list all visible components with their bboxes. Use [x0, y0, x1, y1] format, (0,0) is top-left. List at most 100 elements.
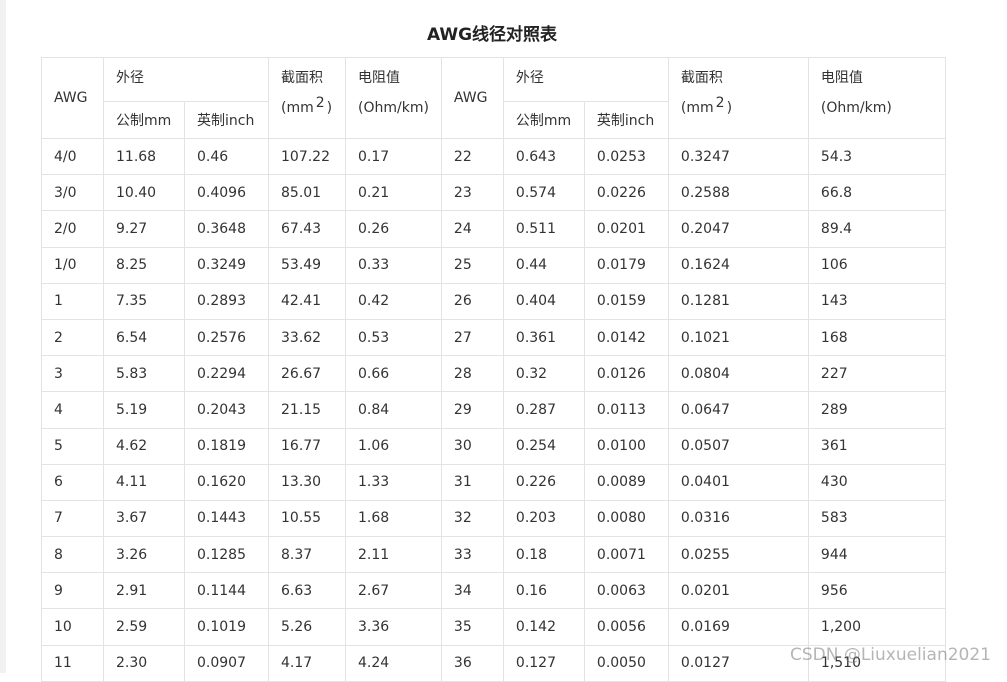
header-area-unit-post: ) [326, 100, 333, 116]
cell-left-metric-mm: 7.35 [103, 282, 185, 320]
cell-left-resistance: 0.66 [345, 355, 442, 393]
cell-left-area: 5.26 [268, 608, 346, 646]
header-resistance-right: 电阻值 (Ohm/km) [807, 57, 946, 139]
cell-right-awg: 35 [440, 608, 504, 646]
cell-left-area: 8.37 [268, 536, 346, 574]
header-area-unit-sup: 2 [715, 95, 725, 111]
cell-left-resistance: 0.33 [345, 246, 442, 284]
table-row: 1/0 8.25 0.3249 53.49 0.33 25 0.44 0.0179 0.1624… [41, 246, 946, 284]
cell-left-metric-mm: 4.11 [103, 463, 185, 501]
cell-left-resistance: 3.36 [345, 608, 442, 646]
cell-left-resistance: 1.68 [345, 499, 442, 538]
table-body: 4/0 11.68 0.46 107.22 0.17 22 0.643 0.0253 0.324… [41, 137, 946, 682]
cell-right-imperial-inch: 0.0126 [583, 355, 669, 393]
cell-left-resistance: 0.53 [345, 318, 442, 357]
cell-right-area: 0.2047 [667, 210, 809, 248]
cell-right-area: 0.0401 [667, 463, 809, 501]
header-imperial-left: 英制inch [184, 101, 269, 139]
cell-right-imperial-inch: 0.0226 [583, 174, 669, 212]
cell-right-imperial-inch: 0.0142 [583, 318, 669, 357]
cell-left-area: 85.01 [268, 174, 346, 212]
cell-right-awg: 27 [440, 318, 504, 357]
cell-right-metric-mm: 0.287 [502, 391, 585, 429]
cell-left-imperial-inch: 0.3648 [184, 210, 269, 248]
header-metric-left: 公制mm [103, 101, 185, 139]
cell-right-metric-mm: 0.44 [502, 246, 585, 284]
cell-left-imperial-inch: 0.2576 [184, 318, 269, 357]
cell-right-imperial-inch: 0.0179 [583, 246, 669, 284]
cell-right-imperial-inch: 0.0063 [583, 572, 669, 610]
cell-left-imperial-inch: 0.46 [184, 137, 269, 176]
cell-left-awg: 2 [41, 318, 104, 357]
page-left-border [0, 0, 6, 673]
cell-right-awg: 33 [440, 536, 504, 574]
cell-right-metric-mm: 0.226 [502, 463, 585, 501]
cell-right-metric-mm: 0.18 [502, 536, 585, 574]
cell-left-imperial-inch: 0.4096 [184, 174, 269, 212]
header-area-left: 截面积 (mm 2) [268, 57, 346, 139]
cell-right-awg: 36 [440, 644, 504, 682]
cell-left-metric-mm: 5.19 [103, 391, 185, 429]
cell-right-resistance: 583 [807, 499, 946, 538]
cell-left-metric-mm: 6.54 [103, 318, 185, 357]
cell-right-awg: 25 [440, 246, 504, 284]
cell-right-resistance: 289 [807, 391, 946, 429]
cell-left-metric-mm: 5.83 [103, 355, 185, 393]
table-row: 5 4.62 0.1819 16.77 1.06 30 0.254 0.0100 0.0507 3… [41, 427, 946, 465]
cell-right-resistance: 143 [807, 282, 946, 320]
cell-right-resistance: 944 [807, 536, 946, 574]
header-area-unit-post: ) [726, 100, 733, 116]
cell-left-resistance: 0.17 [345, 137, 442, 176]
cell-right-resistance: 106 [807, 246, 946, 284]
cell-left-area: 42.41 [268, 282, 346, 320]
cell-right-metric-mm: 0.32 [502, 355, 585, 393]
cell-right-awg: 31 [440, 463, 504, 501]
table-title: AWG线径对照表 [426, 25, 558, 45]
cell-right-metric-mm: 0.254 [502, 427, 585, 465]
header-resistance-label: 电阻值 [358, 70, 400, 86]
header-awg-left: AWG [41, 57, 104, 139]
cell-left-resistance: 1.33 [345, 463, 442, 501]
cell-right-area: 0.0647 [667, 391, 809, 429]
cell-right-area: 0.0127 [667, 644, 809, 682]
cell-right-area: 0.1021 [667, 318, 809, 357]
cell-right-awg: 30 [440, 427, 504, 465]
cell-right-imperial-inch: 0.0050 [583, 644, 669, 682]
cell-left-resistance: 0.42 [345, 282, 442, 320]
header-area-label: 截面积 [281, 70, 323, 86]
cell-left-imperial-inch: 0.1285 [184, 536, 269, 574]
table-row: 4/0 11.68 0.46 107.22 0.17 22 0.643 0.0253 0.324… [41, 137, 946, 176]
cell-right-awg: 24 [440, 210, 504, 248]
cell-left-imperial-inch: 0.3249 [184, 246, 269, 284]
cell-right-area: 0.1624 [667, 246, 809, 284]
cell-right-imperial-inch: 0.0253 [583, 137, 669, 176]
cell-right-area: 0.2588 [667, 174, 809, 212]
cell-left-awg: 10 [41, 608, 104, 646]
cell-right-resistance: 361 [807, 427, 946, 465]
cell-left-metric-mm: 3.67 [103, 499, 185, 538]
cell-left-imperial-inch: 0.2043 [184, 391, 269, 429]
cell-right-resistance: 168 [807, 318, 946, 357]
cell-left-metric-mm: 9.27 [103, 210, 185, 248]
awg-table: AWG 外径 截面积 (mm 2) 电阻值 (Ohm/km) AWG 外径 截面积… [41, 57, 946, 682]
header-outer-diameter-right: 外径 [502, 57, 669, 102]
cell-right-awg: 23 [440, 174, 504, 212]
header-area-unit-pre: (mm [680, 100, 714, 116]
cell-left-awg: 3 [41, 355, 104, 393]
cell-left-imperial-inch: 0.2294 [184, 355, 269, 393]
cell-left-metric-mm: 3.26 [103, 536, 185, 574]
cell-right-imperial-inch: 0.0100 [583, 427, 669, 465]
table-row: 2 6.54 0.2576 33.62 0.53 27 0.361 0.0142 0.1021 1… [41, 318, 946, 357]
cell-right-resistance: 956 [807, 572, 946, 610]
cell-left-awg: 1/0 [41, 246, 104, 284]
header-area-unit-pre: (mm [281, 100, 314, 116]
cell-right-area: 0.3247 [667, 137, 809, 176]
cell-right-metric-mm: 0.361 [502, 318, 585, 357]
header-resistance-left: 电阻值 (Ohm/km) [345, 57, 442, 139]
cell-left-area: 13.30 [268, 463, 346, 501]
cell-left-area: 33.62 [268, 318, 346, 357]
cell-left-awg: 5 [41, 427, 104, 465]
cell-right-imperial-inch: 0.0080 [583, 499, 669, 538]
watermark: CSDN @Liuxuelian2021 [789, 645, 991, 665]
cell-left-metric-mm: 10.40 [103, 174, 185, 212]
